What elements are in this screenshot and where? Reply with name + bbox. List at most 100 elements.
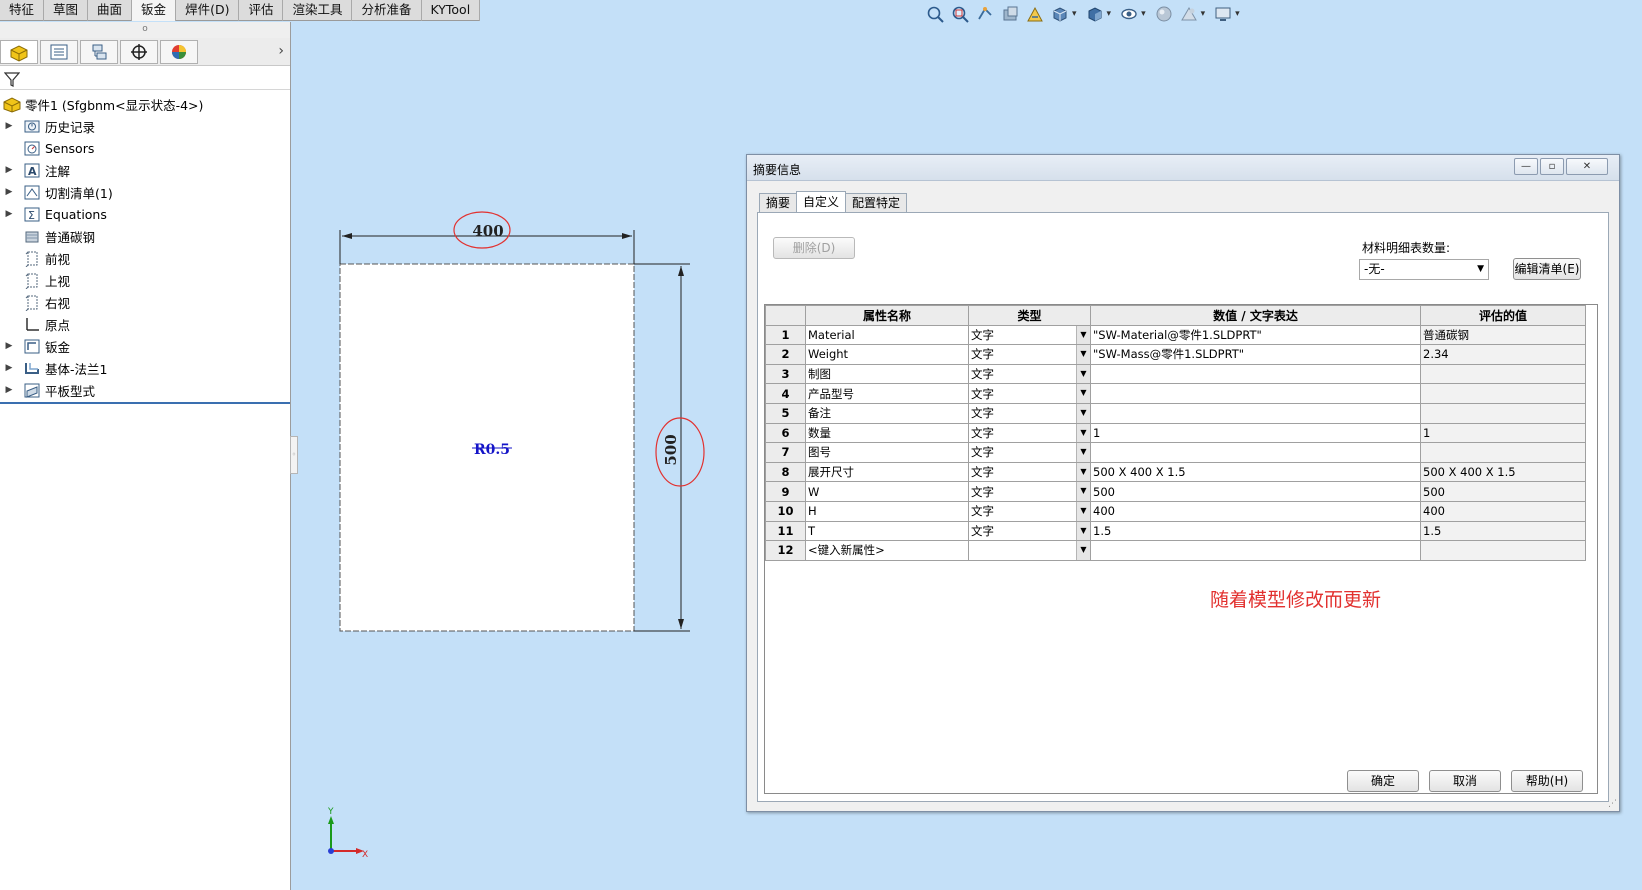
chevron-down-icon[interactable]: ▼ [1076,345,1090,364]
property-name-cell[interactable]: Weight [805,344,969,365]
panel-splitter[interactable]: ◦ [290,436,298,474]
type-cell[interactable]: 文字 ▼ [968,324,1091,346]
edit-list-button[interactable]: 编辑清单(E) [1513,258,1581,280]
command-tab[interactable]: 钣金 [132,0,177,21]
type-cell[interactable]: 文字 ▼ [968,481,1091,502]
property-name-cell[interactable]: 图号 [805,442,969,463]
dialog-tab[interactable]: 自定义 [796,191,847,213]
type-cell[interactable]: 文字 ▼ [968,500,1091,522]
delete-button[interactable]: 删除(D) [773,237,855,259]
property-name-cell[interactable]: T [805,520,969,542]
command-tab[interactable]: 曲面 [88,0,133,21]
tree-item[interactable]: 原点 [0,313,290,335]
dialog-tab[interactable]: 配置特定 [845,193,908,213]
chevron-down-icon[interactable]: ▼ [1076,502,1090,521]
chevron-down-icon[interactable]: ▼ [1076,404,1090,423]
property-name-cell[interactable]: 产品型号 [805,383,969,404]
tree-item[interactable]: 上视 [0,269,290,291]
column-header[interactable]: 数值 / 文字表达 [1090,305,1421,326]
tree-item[interactable]: 前视 [0,247,290,269]
type-cell[interactable]: 文字 ▼ [968,442,1091,463]
chevron-right-icon[interactable]: › [278,43,284,59]
zoom-to-fit-icon[interactable] [925,4,945,24]
chevron-down-icon[interactable]: ▾ [1107,9,1112,19]
type-cell[interactable]: 文字 ▼ [968,422,1091,444]
dialog-titlebar[interactable]: 摘要信息 — ▫ ✕ [747,155,1619,181]
tree-item[interactable]: Sensors [0,137,290,159]
chevron-down-icon[interactable]: ▼ [1076,463,1090,481]
table-row[interactable]: 11 T 文字 ▼ 1.5 1.5 [765,520,1586,542]
tree-item[interactable]: 普通碳钢 [0,225,290,247]
command-tab[interactable]: 焊件(D) [176,0,240,21]
view-settings-icon[interactable] [1213,4,1233,24]
chevron-down-icon[interactable]: ▼ [1076,482,1090,501]
chevron-down-icon[interactable]: ▼ [1076,541,1090,560]
height-dimension-text[interactable]: 500 [662,434,680,465]
table-row[interactable]: 2 Weight 文字 ▼ "SW-Mass@零件1.SLDPRT" 2.34 [765,344,1586,365]
chevron-down-icon[interactable]: ▾ [1201,9,1206,19]
tree-root-part[interactable]: 零件1 (Sfgbnm<显示状态-4>) [0,93,290,115]
value-expression-cell[interactable] [1090,442,1421,463]
close-button[interactable]: ✕ [1566,158,1608,175]
type-cell[interactable]: 文字 ▼ [968,461,1091,483]
chevron-down-icon[interactable]: ▼ [1076,424,1090,442]
table-row[interactable]: 6 数量 文字 ▼ 1 1 [765,422,1586,444]
minimize-button[interactable]: — [1514,158,1538,175]
tree-item[interactable]: ▶ 历史记录 [0,115,290,137]
configuration-manager-tab[interactable] [80,40,118,64]
chevron-down-icon[interactable]: ▾ [1141,9,1146,19]
table-row[interactable]: 1 Material 文字 ▼ "SW-Material@零件1.SLDPRT" 普通碳钢 [765,324,1586,346]
chevron-down-icon[interactable]: ▾ [1072,9,1077,19]
expand-arrow-icon[interactable]: ▶ [0,165,18,175]
command-tab[interactable]: 渲染工具 [283,0,353,21]
column-header[interactable]: 属性名称 [805,305,969,326]
zoom-to-area-icon[interactable] [950,4,970,24]
rollback-bar[interactable] [0,402,290,404]
chevron-down-icon[interactable]: ▼ [1076,384,1090,403]
chevron-down-icon[interactable]: ▼ [1076,522,1090,540]
value-expression-cell[interactable]: 500 [1090,481,1421,502]
expand-arrow-icon[interactable]: ▶ [0,187,18,197]
display-manager-tab[interactable] [160,40,198,64]
bend-radius-label[interactable]: R0.5 [474,442,510,458]
type-cell[interactable]: 文字 ▼ [968,402,1091,424]
tree-item[interactable]: ▶ 平板型式 [0,379,290,401]
expand-arrow-icon[interactable]: ▶ [0,385,18,395]
command-tab[interactable]: 特征 [0,0,45,21]
value-expression-cell[interactable]: 1 [1090,422,1421,444]
property-name-cell[interactable]: 展开尺寸 [805,461,969,483]
chevron-down-icon[interactable]: ▼ [1076,326,1090,344]
dimxpert-manager-tab[interactable] [120,40,158,64]
previous-view-icon[interactable] [975,4,995,24]
dynamic-annotation-icon[interactable] [1025,4,1045,24]
value-expression-cell[interactable]: 500 X 400 X 1.5 [1090,461,1421,483]
table-row[interactable]: 4 产品型号 文字 ▼ [765,383,1586,404]
chevron-down-icon[interactable]: ▾ [1235,9,1240,19]
type-cell[interactable]: 文字 ▼ [968,344,1091,365]
value-expression-cell[interactable] [1090,383,1421,404]
value-expression-cell[interactable] [1090,363,1421,385]
value-expression-cell[interactable] [1090,540,1421,561]
feature-manager-tab[interactable] [0,40,38,64]
ok-button[interactable]: 确定 [1347,770,1419,792]
expand-arrow-icon[interactable]: ▶ [0,341,18,351]
type-cell[interactable]: 文字 ▼ [968,520,1091,542]
view-orientation-icon[interactable] [1050,4,1070,24]
tree-item[interactable]: ▶ Σ Equations [0,203,290,225]
table-row[interactable]: 9 W 文字 ▼ 500 500 [765,481,1586,502]
bom-quantity-select[interactable]: -无- ▼ [1359,259,1489,280]
table-row[interactable]: 3 制图 文字 ▼ [765,363,1586,385]
expand-arrow-icon[interactable]: ▶ [0,121,18,131]
chevron-down-icon[interactable]: ▼ [1076,443,1090,462]
command-tab[interactable]: 评估 [239,0,284,21]
filter-icon[interactable] [4,71,20,87]
type-cell[interactable]: 文字 ▼ [968,383,1091,404]
property-name-cell[interactable]: 备注 [805,402,969,424]
table-row[interactable]: 10 H 文字 ▼ 400 400 [765,500,1586,522]
column-header[interactable] [765,305,806,326]
property-name-cell[interactable]: H [805,500,969,522]
apply-scene-icon[interactable] [1179,4,1199,24]
property-name-cell[interactable]: 制图 [805,363,969,385]
expand-arrow-icon[interactable]: ▶ [0,209,18,219]
tree-item[interactable]: 右视 [0,291,290,313]
